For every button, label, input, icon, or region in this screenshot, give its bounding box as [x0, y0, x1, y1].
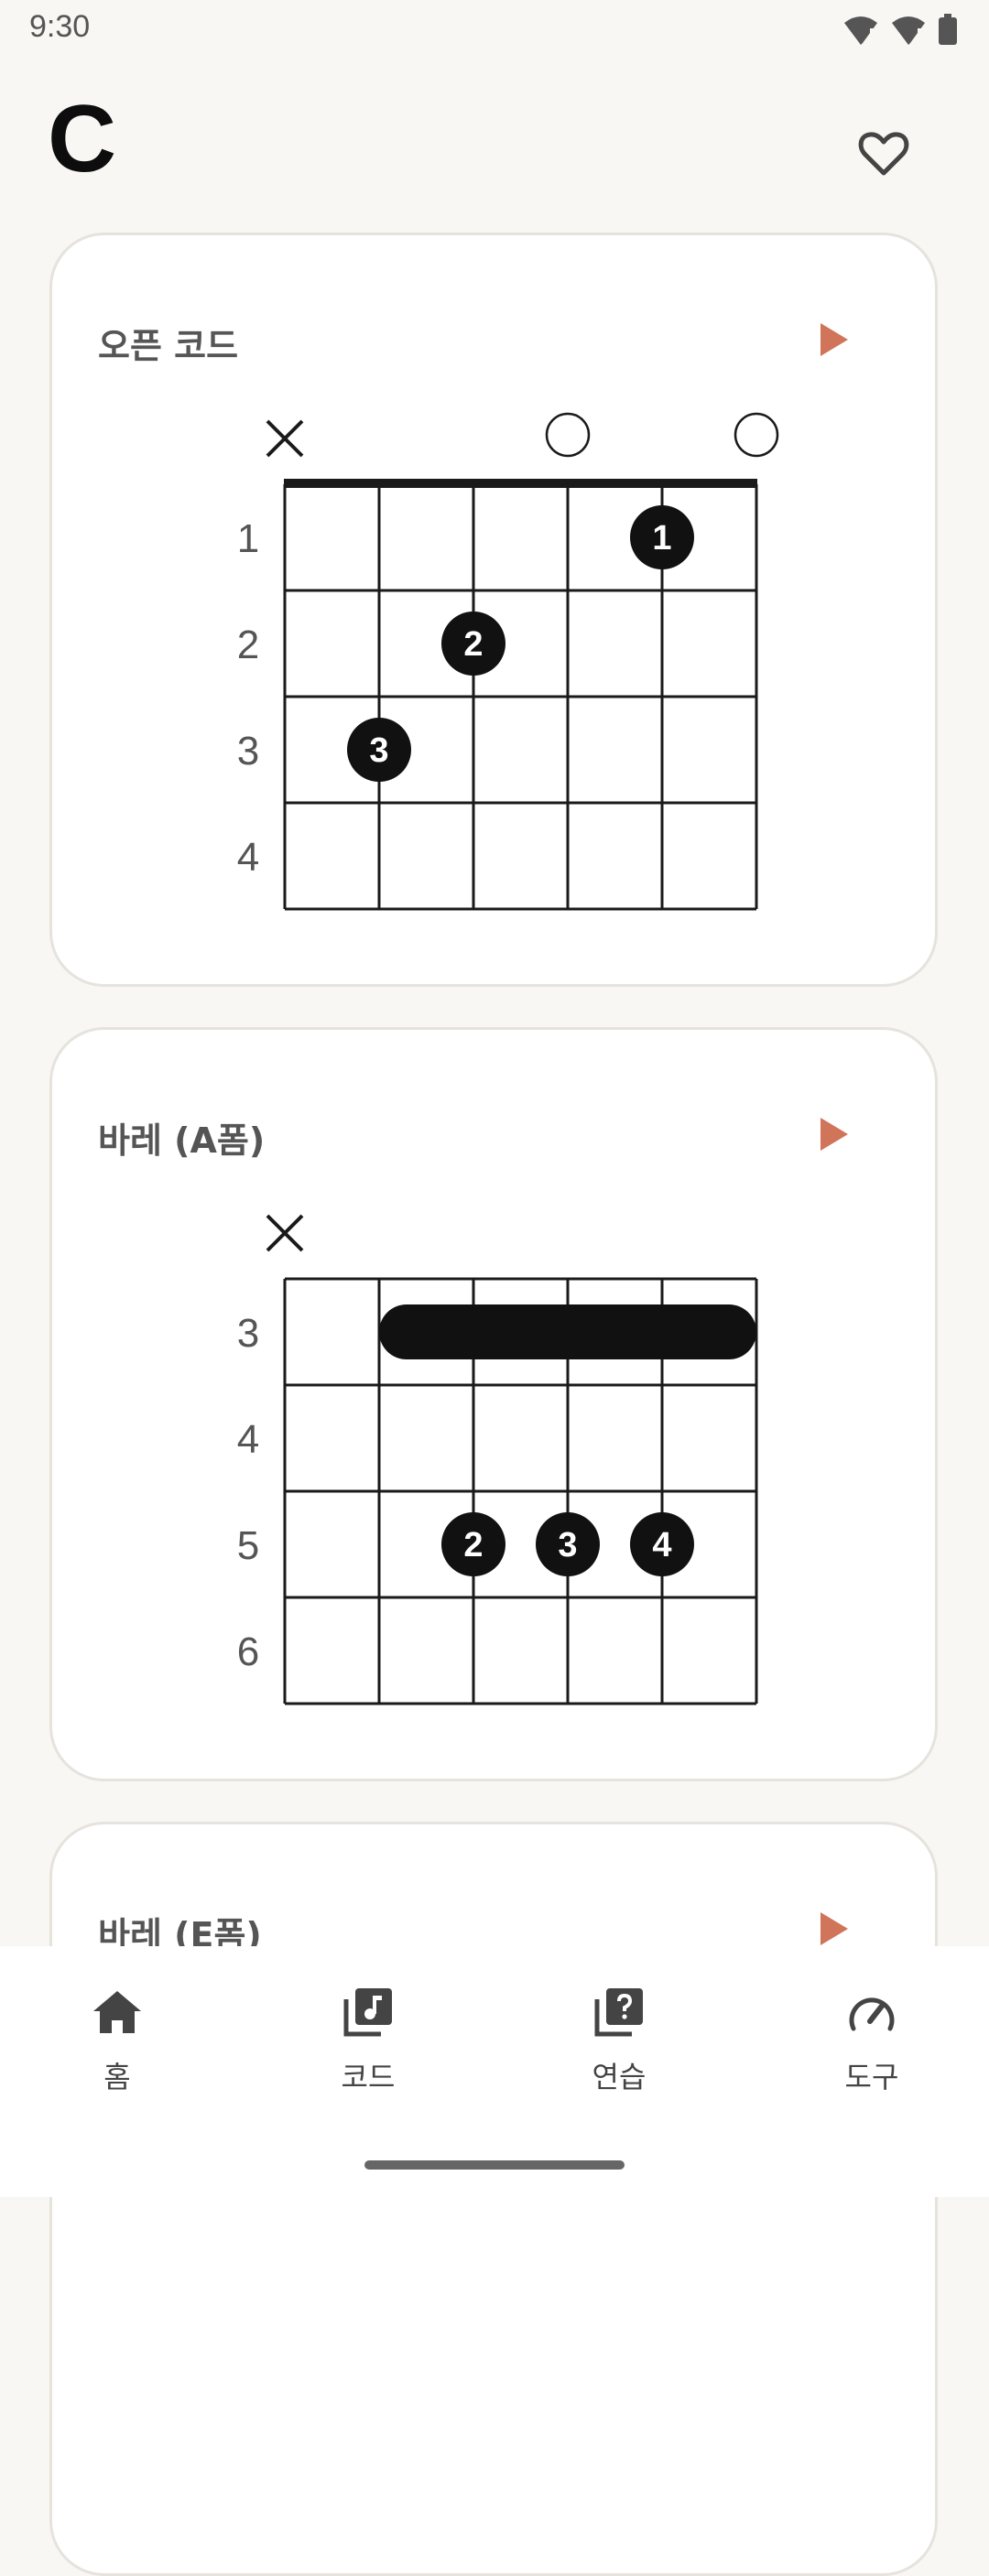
nut — [284, 479, 757, 488]
fret-number: 3 — [237, 1311, 259, 1356]
fret-number: 3 — [237, 729, 259, 774]
finger-dot: 2 — [441, 612, 505, 676]
home-indicator[interactable] — [364, 2160, 625, 2170]
card-title: 바레 (A폼) — [98, 1120, 266, 1161]
play-icon — [821, 1118, 848, 1151]
quiz-icon — [590, 1983, 648, 2041]
status-icons — [842, 11, 958, 48]
chord-diagram: 3 4 5 6 2 3 4 — [237, 1214, 758, 1705]
finger-dot: 1 — [630, 505, 694, 569]
nav-label: 도구 — [844, 2060, 899, 2094]
muted-string-icon — [266, 419, 304, 458]
wifi-alert-icon — [844, 16, 877, 45]
status-bar: 9:30 — [0, 0, 989, 55]
open-string-icon — [545, 412, 591, 458]
home-icon — [88, 1983, 147, 2041]
finger-number: 3 — [369, 731, 388, 770]
finger-dot: 3 — [536, 1512, 600, 1576]
finger-number: 4 — [652, 1526, 671, 1564]
favorite-button[interactable] — [852, 124, 916, 183]
nav-label: 코드 — [341, 2060, 396, 2094]
muted-string-icon — [266, 1214, 304, 1252]
bottom-nav: 홈 코드 연습 도구 — [0, 1946, 989, 2197]
play-icon — [821, 323, 848, 356]
play-icon — [821, 1912, 848, 1945]
card-title: 오픈 코드 — [98, 326, 239, 366]
chord-card-barre-a: 바레 (A폼) 3 4 5 6 2 3 4 — [49, 1027, 938, 1781]
finger-number: 3 — [558, 1526, 577, 1564]
finger-dot: 2 — [441, 1512, 505, 1576]
play-button[interactable] — [807, 1107, 862, 1162]
speedometer-icon — [842, 1983, 901, 2041]
play-button[interactable] — [807, 312, 862, 367]
music-library-icon — [339, 1983, 397, 2041]
finger-number: 1 — [652, 519, 671, 557]
fret-number: 4 — [237, 1417, 259, 1462]
finger-number: 2 — [463, 1526, 483, 1564]
fret-number: 6 — [237, 1629, 259, 1674]
wifi-alert-icon — [892, 16, 925, 45]
fret-number: 4 — [237, 835, 259, 880]
finger-number: 2 — [463, 625, 483, 664]
fret-number: 1 — [237, 516, 259, 561]
finger-dot: 3 — [347, 718, 411, 782]
chord-card-open: 오픈 코드 1 2 3 4 1 2 3 — [49, 233, 938, 987]
nav-item-chords[interactable]: 코드 — [286, 1983, 451, 2102]
nav-item-home[interactable]: 홈 — [35, 1983, 200, 2102]
nav-label: 연습 — [592, 2060, 647, 2094]
fret-number: 2 — [237, 622, 259, 667]
nav-label: 홈 — [103, 2060, 131, 2094]
chord-card-barre-e: 바레 (E폼) — [49, 1822, 938, 2576]
page-title: C — [48, 86, 117, 192]
finger-dot: 4 — [630, 1512, 694, 1576]
nav-item-tools[interactable]: 도구 — [789, 1983, 954, 2102]
heart-outline-icon — [858, 132, 909, 176]
open-string-icon — [734, 412, 779, 458]
status-time: 9:30 — [29, 9, 91, 44]
nav-item-practice[interactable]: 연습 — [537, 1983, 701, 2102]
battery-icon — [939, 14, 957, 45]
fret-number: 5 — [237, 1523, 259, 1568]
barre-bar — [379, 1304, 756, 1359]
chord-diagram: 1 2 3 4 1 2 3 — [237, 412, 779, 911]
